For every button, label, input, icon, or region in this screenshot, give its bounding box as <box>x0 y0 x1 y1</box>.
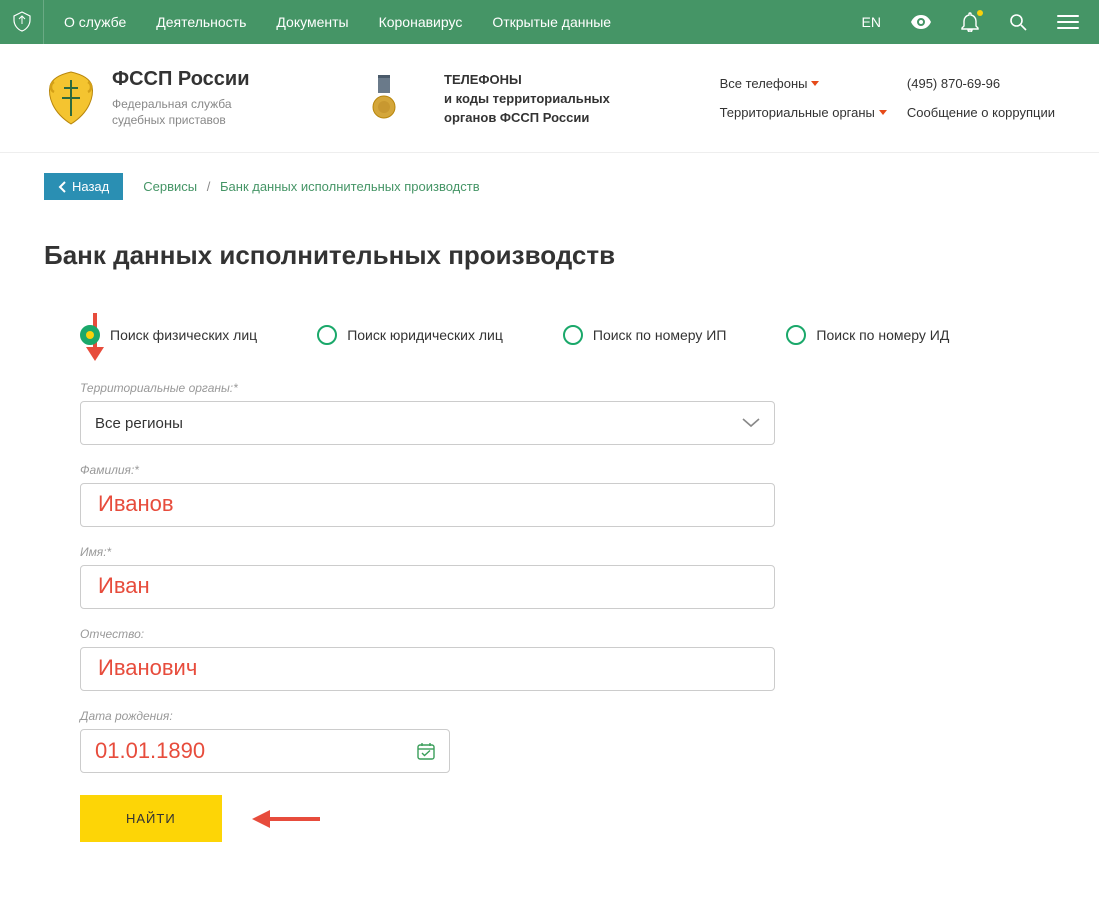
submit-button[interactable]: НАЙТИ <box>80 795 222 842</box>
region-label: Территориальные органы:* <box>80 381 1055 395</box>
search-icon[interactable] <box>1009 13 1027 31</box>
radio-icon <box>786 325 806 345</box>
phones-block[interactable]: ТЕЛЕФОНЫ и коды территориальных органов … <box>444 72 674 125</box>
radio-id[interactable]: Поиск по номеру ИД <box>786 325 949 345</box>
breadcrumb-row: Назад Сервисы / Банк данных исполнительн… <box>44 173 1055 200</box>
crumb-services[interactable]: Сервисы <box>143 179 197 194</box>
calendar-icon <box>417 742 435 760</box>
all-phones-label: Все телефоны <box>720 76 808 91</box>
site-title: ФССП России <box>112 68 262 91</box>
emblem-icon <box>0 0 44 44</box>
search-type-radios: Поиск физических лиц Поиск юридических л… <box>80 325 1055 345</box>
header: ФССП России Федеральная служба судебных … <box>0 44 1099 153</box>
eye-icon[interactable] <box>911 15 931 29</box>
radio-label: Поиск физических лиц <box>110 327 257 343</box>
nav-activity[interactable]: Деятельность <box>156 14 246 30</box>
radio-label: Поиск по номеру ИД <box>816 327 949 343</box>
phones-line2: и коды территориальных <box>444 91 674 106</box>
nav-opendata[interactable]: Открытые данные <box>492 14 611 30</box>
back-label: Назад <box>72 179 109 194</box>
all-phones-dropdown[interactable]: Все телефоны <box>720 76 887 91</box>
radio-legal[interactable]: Поиск юридических лиц <box>317 325 503 345</box>
middlename-label: Отчество: <box>80 627 1055 641</box>
form: Поиск физических лиц Поиск юридических л… <box>44 325 1055 842</box>
radio-label: Поиск юридических лиц <box>347 327 503 343</box>
middlename-input[interactable] <box>80 647 775 691</box>
firstname-label: Имя:* <box>80 545 1055 559</box>
phones-line3: органов ФССП России <box>444 110 674 125</box>
region-value: Все регионы <box>95 415 183 432</box>
radio-icon <box>563 325 583 345</box>
back-button[interactable]: Назад <box>44 173 123 200</box>
bell-icon[interactable] <box>961 12 979 32</box>
territories-dropdown[interactable]: Территориальные органы <box>720 105 887 120</box>
region-select[interactable]: Все регионы <box>80 401 775 445</box>
caret-down-icon <box>879 110 887 115</box>
radio-ip[interactable]: Поиск по номеру ИП <box>563 325 727 345</box>
phones-line1: ТЕЛЕФОНЫ <box>444 72 674 87</box>
corruption-link[interactable]: Сообщение о коррупции <box>907 105 1055 120</box>
lastname-label: Фамилия:* <box>80 463 1055 477</box>
nav-corona[interactable]: Коронавирус <box>379 14 463 30</box>
submit-row: НАЙТИ <box>80 795 1055 842</box>
breadcrumb: Сервисы / Банк данных исполнительных про… <box>143 179 479 194</box>
menu-icon[interactable] <box>1057 15 1079 29</box>
top-utils: EN <box>862 12 1079 32</box>
notification-dot <box>977 10 983 16</box>
right-column: (495) 870-69-96 Сообщение о коррупции <box>907 76 1055 120</box>
caret-down-icon <box>811 81 819 86</box>
radio-icon <box>317 325 337 345</box>
territories-label: Территориальные органы <box>720 105 875 120</box>
phone-number[interactable]: (495) 870-69-96 <box>907 76 1055 91</box>
logo-block: ФССП России Федеральная служба судебных … <box>44 68 324 128</box>
dob-label: Дата рождения: <box>80 709 1055 723</box>
nav-docs[interactable]: Документы <box>276 14 348 30</box>
content: Назад Сервисы / Банк данных исполнительн… <box>0 153 1099 902</box>
crumb-current: Банк данных исполнительных производств <box>220 179 480 194</box>
firstname-input[interactable] <box>80 565 775 609</box>
coat-of-arms-icon <box>44 68 98 128</box>
dob-value: 01.01.1890 <box>95 738 205 764</box>
crumb-sep: / <box>207 179 211 194</box>
topbar: О службе Деятельность Документы Коронави… <box>0 0 1099 44</box>
nav-about[interactable]: О службе <box>64 14 126 30</box>
lastname-input[interactable] <box>80 483 775 527</box>
chevron-down-icon <box>742 418 760 428</box>
lang-switch[interactable]: EN <box>862 14 881 30</box>
medal-icon <box>344 75 424 121</box>
page-title: Банк данных исполнительных производств <box>44 240 1055 271</box>
chevron-left-icon <box>58 181 66 193</box>
radio-label: Поиск по номеру ИП <box>593 327 727 343</box>
dob-input[interactable]: 01.01.1890 <box>80 729 450 773</box>
site-subtitle: Федеральная служба судебных приставов <box>112 97 262 128</box>
annotation-arrow-left-icon <box>252 806 322 832</box>
dropdowns-column: Все телефоны Территориальные органы <box>720 76 887 120</box>
topnav: О службе Деятельность Документы Коронави… <box>64 14 611 30</box>
